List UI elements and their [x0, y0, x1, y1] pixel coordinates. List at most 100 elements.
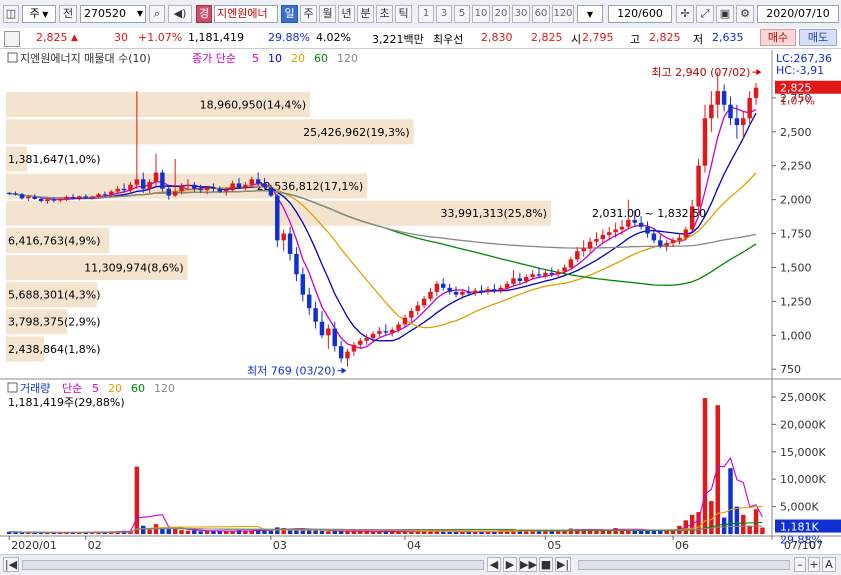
prev-button[interactable]: 전: [59, 5, 77, 23]
interval-1[interactable]: 1: [418, 5, 434, 23]
candle-body[interactable]: [466, 291, 472, 294]
candle-body[interactable]: [236, 183, 242, 188]
volume-bar[interactable]: [664, 530, 669, 534]
candle-body[interactable]: [498, 287, 503, 291]
candle-body[interactable]: [58, 198, 63, 201]
candle-body[interactable]: [89, 196, 95, 198]
volume-bar[interactable]: [721, 517, 727, 534]
candle-body[interactable]: [147, 182, 152, 189]
candle-body[interactable]: [409, 310, 414, 318]
interval-10[interactable]: 10: [472, 5, 490, 23]
window-icon[interactable]: ◫: [3, 5, 19, 23]
period-week[interactable]: 주: [300, 5, 317, 23]
candle-body[interactable]: [421, 298, 427, 306]
volume-bar[interactable]: [338, 531, 344, 534]
interval-60[interactable]: 60: [532, 5, 550, 23]
candle-body[interactable]: [255, 179, 261, 184]
candle-body[interactable]: [613, 229, 618, 233]
candle-body[interactable]: [536, 274, 542, 276]
candle-body[interactable]: [6, 192, 12, 194]
candle-body[interactable]: [51, 199, 57, 201]
candle-body[interactable]: [351, 344, 357, 352]
candle-body[interactable]: [185, 184, 191, 187]
candle-body[interactable]: [728, 104, 733, 119]
candle-body[interactable]: [581, 248, 586, 252]
candle-body[interactable]: [300, 274, 306, 295]
candle-body[interactable]: [492, 289, 497, 291]
candle-body[interactable]: [638, 222, 644, 227]
candle-body[interactable]: [734, 118, 740, 126]
candle-body[interactable]: [204, 187, 210, 191]
candle-body[interactable]: [338, 346, 344, 359]
candle-body[interactable]: [677, 237, 682, 241]
volume-bar[interactable]: [645, 530, 650, 534]
scroll-left-end-icon[interactable]: |◀: [3, 557, 19, 572]
volume-bar[interactable]: [453, 531, 459, 534]
candle-body[interactable]: [306, 294, 312, 309]
candle-body[interactable]: [32, 196, 37, 199]
candle-body[interactable]: [555, 271, 561, 275]
candle-body[interactable]: [396, 324, 401, 330]
candle-body[interactable]: [479, 290, 484, 292]
candle-body[interactable]: [128, 184, 133, 191]
candle-body[interactable]: [45, 199, 50, 202]
stock-code-input[interactable]: 270520 ▼: [80, 5, 146, 23]
candle-body[interactable]: [702, 118, 708, 166]
candle-body[interactable]: [268, 187, 274, 196]
candle-body[interactable]: [485, 289, 491, 292]
candle-body[interactable]: [441, 283, 446, 288]
draw-tool-icon[interactable]: ⤢: [696, 5, 714, 23]
candle-body[interactable]: [294, 253, 299, 275]
volume-bar[interactable]: [747, 525, 752, 534]
candle-body[interactable]: [262, 183, 267, 188]
candle-body[interactable]: [594, 238, 599, 242]
candle-body[interactable]: [415, 305, 420, 311]
interval-30[interactable]: 30: [512, 5, 530, 23]
candle-body[interactable]: [568, 259, 574, 268]
volume-bar[interactable]: [753, 509, 759, 534]
candle-body[interactable]: [632, 220, 637, 223]
volume-bar[interactable]: [185, 530, 191, 534]
candle-body[interactable]: [345, 351, 350, 359]
zoom-slider[interactable]: [578, 560, 790, 570]
period-minute[interactable]: 분: [357, 5, 374, 23]
volume-bar[interactable]: [268, 530, 274, 534]
candle-body[interactable]: [709, 104, 714, 119]
candle-body[interactable]: [645, 226, 650, 234]
candle-body[interactable]: [319, 321, 325, 336]
candle-body[interactable]: [134, 179, 140, 185]
period-day[interactable]: 일: [281, 5, 298, 23]
candle-body[interactable]: [383, 331, 389, 333]
candle-body[interactable]: [587, 241, 593, 249]
scroll-back-icon[interactable]: ◀: [487, 557, 501, 572]
candle-body[interactable]: [172, 191, 178, 196]
candle-body[interactable]: [64, 196, 69, 199]
volume-bar[interactable]: [192, 530, 197, 534]
candle-body[interactable]: [275, 195, 280, 241]
candle-body[interactable]: [696, 165, 701, 207]
candle-body[interactable]: [160, 172, 165, 189]
candle-body[interactable]: [13, 193, 18, 195]
auto-scale-icon[interactable]: A: [822, 557, 836, 572]
candle-body[interactable]: [600, 234, 606, 239]
buy-button[interactable]: 매수: [760, 29, 796, 46]
volume-bar[interactable]: [760, 527, 765, 534]
volume-bar[interactable]: [326, 531, 331, 534]
candle-body[interactable]: [326, 328, 331, 336]
candle-body[interactable]: [472, 290, 478, 294]
speaker-icon[interactable]: ◀): [168, 5, 192, 23]
candle-body[interactable]: [211, 187, 216, 189]
candle-body[interactable]: [223, 190, 229, 192]
candle-body[interactable]: [447, 287, 452, 292]
volume-bar[interactable]: [383, 531, 389, 534]
candle-body[interactable]: [26, 196, 31, 199]
stock-chart[interactable]: 18,960,950(14,4%) 25,426,962(19,3%) 1,381,…: [0, 50, 841, 554]
candle-body[interactable]: [670, 240, 676, 244]
period-second[interactable]: 초: [376, 5, 393, 23]
candle-body[interactable]: [198, 188, 203, 191]
volume-bar[interactable]: [275, 527, 280, 534]
volume-bar[interactable]: [702, 398, 708, 534]
crosshair-icon[interactable]: ✢: [676, 5, 694, 23]
candle-body[interactable]: [543, 272, 548, 276]
period-tick[interactable]: 틱: [395, 5, 412, 23]
